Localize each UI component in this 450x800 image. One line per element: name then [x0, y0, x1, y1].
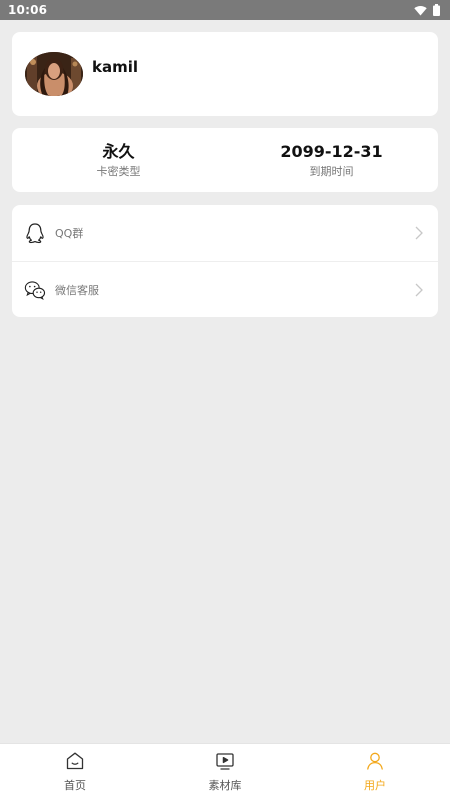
- nav-item-library[interactable]: 素材库: [150, 744, 300, 800]
- chevron-right-icon: [415, 226, 423, 240]
- bottom-nav: 首页 素材库 用户: [0, 743, 450, 800]
- username: kamil: [92, 58, 139, 76]
- wechat-icon: [24, 279, 46, 301]
- stat-expiry: 2099-12-31 到期时间: [225, 128, 438, 192]
- home-icon: [66, 752, 84, 770]
- avatar-image: [25, 52, 83, 96]
- user-icon: [367, 752, 383, 770]
- qq-icon: [24, 222, 46, 244]
- avatar[interactable]: [25, 52, 83, 96]
- wifi-icon: [414, 5, 427, 15]
- menu-item-label: 微信客服: [55, 283, 99, 297]
- status-icons: [414, 4, 440, 16]
- subscription-card: 永久 卡密类型 2099-12-31 到期时间: [12, 128, 438, 192]
- nav-label: 用户: [364, 779, 386, 792]
- screen: 10:06 kamil 永久 卡密类型 2099-12-31 到期时间 QQ群 …: [0, 0, 450, 800]
- expiry-date-label: 到期时间: [309, 164, 354, 178]
- chevron-right-icon: [415, 283, 423, 296]
- battery-icon: [433, 4, 440, 16]
- nav-label: 素材库: [208, 779, 242, 792]
- profile-card[interactable]: kamil: [12, 32, 438, 116]
- card-type-value: 永久: [102, 141, 135, 161]
- menu-card: QQ群 微信客服: [12, 205, 438, 317]
- stat-card-type: 永久 卡密类型: [12, 128, 225, 192]
- menu-item-wechat-support[interactable]: 微信客服: [12, 261, 438, 317]
- status-time: 10:06: [8, 3, 48, 17]
- status-bar: 10:06: [0, 0, 450, 20]
- nav-item-user[interactable]: 用户: [300, 744, 450, 800]
- nav-label: 首页: [64, 779, 86, 792]
- expiry-date-value: 2099-12-31: [280, 141, 383, 161]
- card-type-label: 卡密类型: [96, 164, 141, 178]
- menu-item-label: QQ群: [55, 227, 84, 240]
- menu-item-qq-group[interactable]: QQ群: [12, 205, 438, 261]
- nav-item-home[interactable]: 首页: [0, 744, 150, 800]
- video-library-icon: [216, 753, 234, 770]
